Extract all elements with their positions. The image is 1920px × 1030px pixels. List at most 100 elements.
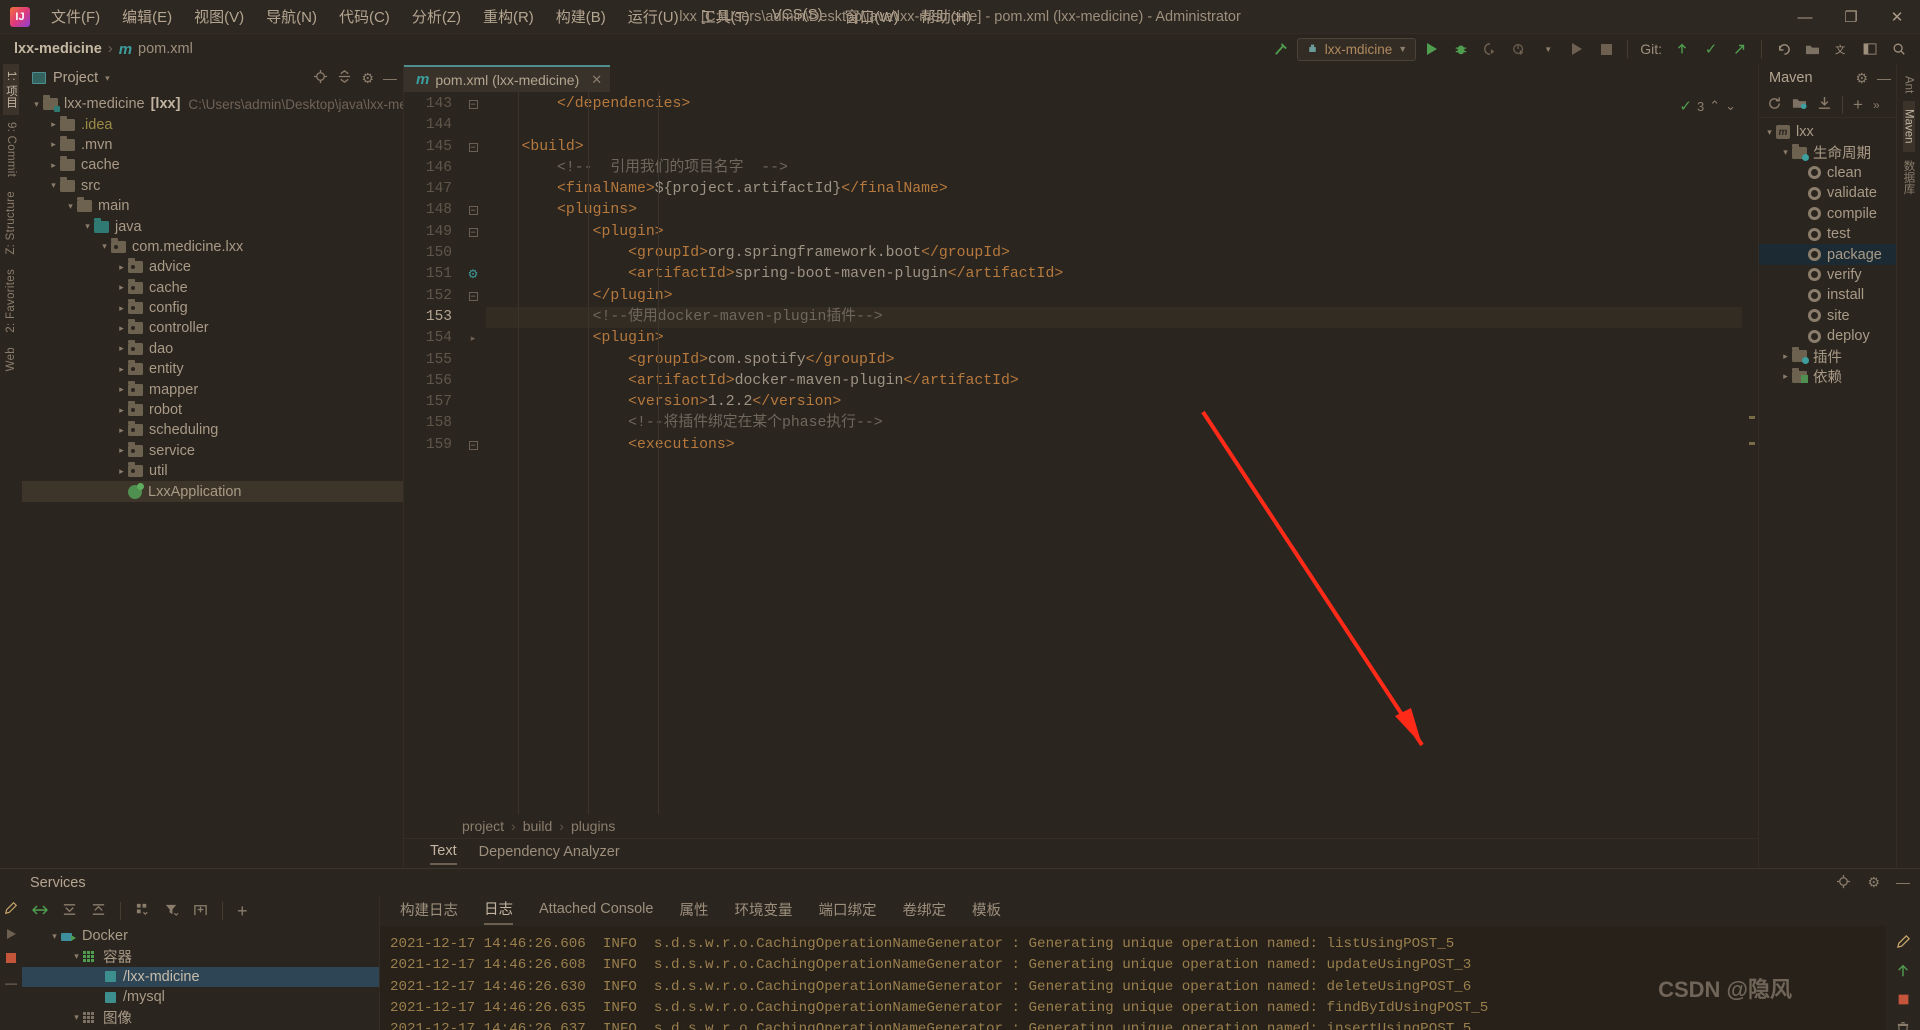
editor-breadcrumb-project[interactable]: project (462, 818, 504, 834)
inspection-widget[interactable]: ✓ 3 ⌃ ⌄ (1679, 97, 1736, 115)
chevron-right-icon[interactable] (115, 445, 128, 456)
left-rail-item-1[interactable]: 9: Commit (5, 115, 17, 184)
chevron-down-icon[interactable] (70, 951, 83, 962)
git-update-icon[interactable] (1669, 37, 1695, 61)
debug-icon[interactable] (1448, 37, 1474, 61)
code-line-144[interactable] (486, 115, 1742, 136)
tree-node-site[interactable]: site (1759, 306, 1896, 326)
line-number-152[interactable]: 152 (404, 286, 460, 307)
code-line-151[interactable]: <artifactId>spring-boot-maven-plugin</ar… (486, 264, 1742, 285)
code-line-152[interactable]: </plugin> (486, 286, 1742, 307)
locate-icon[interactable] (313, 69, 328, 87)
services-tab-Attached Console[interactable]: Attached Console (539, 901, 653, 921)
services-tab-卷绑定[interactable]: 卷绑定 (902, 899, 946, 924)
services-left-rail[interactable]: — (0, 896, 22, 1030)
tree-node-cache[interactable]: cache (22, 278, 403, 298)
fold-toggle-icon[interactable]: − (460, 137, 486, 158)
edit-icon[interactable] (4, 896, 18, 923)
code-line-143[interactable]: </dependencies> (486, 94, 1742, 115)
chevron-right-icon[interactable] (115, 303, 128, 314)
maven-panel-actions[interactable]: ⚙ — (1855, 70, 1891, 87)
git-push-icon[interactable] (1727, 37, 1753, 61)
hide-icon[interactable]: — (1896, 874, 1910, 892)
editor-breadcrumb[interactable]: project › build › plugins (404, 814, 1758, 838)
chevron-down-icon[interactable]: ▾ (105, 73, 110, 84)
chevron-down-icon[interactable] (1763, 127, 1776, 138)
download-sources-icon[interactable] (1817, 96, 1832, 114)
expand-all-icon[interactable] (62, 902, 77, 920)
tree-node-deploy[interactable]: deploy (1759, 326, 1896, 346)
line-number-154[interactable]: 154 (404, 328, 460, 349)
add-icon[interactable]: + (1853, 96, 1863, 113)
menu-item-3[interactable]: 导航(N) (255, 2, 328, 31)
code-line-157[interactable]: <version>1.2.2</version> (486, 392, 1742, 413)
tree-node-LxxApplication[interactable]: LxxApplication (22, 481, 403, 502)
tree-node-config[interactable]: config (22, 298, 403, 318)
line-number-146[interactable]: 146 (404, 158, 460, 179)
run-with-coverage-icon[interactable] (1477, 37, 1503, 61)
tree-node-lxx-mdicine[interactable]: /lxx-mdicine (22, 966, 379, 988)
settings-icon[interactable]: ⚙ (1855, 70, 1868, 87)
chevron-right-icon[interactable] (47, 160, 60, 171)
editor-breadcrumb-plugins[interactable]: plugins (571, 818, 615, 834)
menu-item-7[interactable]: 构建(B) (545, 2, 617, 31)
add-tab-icon[interactable] (193, 902, 208, 920)
chevron-right-icon[interactable] (115, 364, 128, 375)
tree-node-clean[interactable]: clean (1759, 163, 1896, 183)
chevron-right-icon[interactable] (115, 343, 128, 354)
tree-node-lxx-medicine[interactable]: lxx-medicine [lxx] C:\Users\admin\Desktop\… (22, 94, 403, 114)
chevron-down-icon[interactable] (47, 180, 60, 191)
group-icon[interactable] (135, 902, 150, 920)
run-icon[interactable] (1419, 37, 1445, 61)
tree-node-.mvn[interactable]: .mvn (22, 135, 403, 155)
chevron-down-icon[interactable] (70, 1012, 83, 1023)
services-tab-日志[interactable]: 日志 (484, 898, 513, 925)
chevron-right-icon[interactable] (115, 323, 128, 334)
tree-node-[interactable]: 插件 (1759, 346, 1896, 366)
chevron-down-icon[interactable]: ▼ (1535, 37, 1561, 61)
tree-node-main[interactable]: main (22, 196, 403, 216)
console-action-rail[interactable]: ↑ ↓ ⇊ ↩ » (1886, 926, 1920, 1030)
filter-icon[interactable] (164, 902, 179, 920)
fold-toggle-icon[interactable]: − (460, 200, 486, 221)
close-button[interactable]: ✕ (1874, 0, 1920, 34)
breadcrumb-project[interactable]: lxx-medicine (14, 41, 102, 57)
tree-node-robot[interactable]: robot (22, 400, 403, 420)
services-tab-构建日志[interactable]: 构建日志 (400, 899, 458, 924)
code-line-156[interactable]: <artifactId>docker-maven-plugin</artifac… (486, 371, 1742, 392)
chevron-right-icon[interactable] (1779, 351, 1792, 362)
line-number-155[interactable]: 155 (404, 350, 460, 371)
code-line-153[interactable]: <!--使用docker-maven-plugin插件--> (486, 306, 1742, 329)
left-tool-rail[interactable]: 1: 项目 9: Commit Z: Structure 2: Favorites We… (0, 64, 22, 868)
tree-node-src[interactable]: src (22, 176, 403, 196)
editor-gutter[interactable]: 143 144 145 146 147 148 149 150 151 152 153 154 155 1… (404, 92, 460, 814)
code-line-150[interactable]: <groupId>org.springframework.boot</group… (486, 243, 1742, 264)
tree-node-test[interactable]: test (1759, 224, 1896, 244)
left-rail-item-3[interactable]: 2: Favorites (5, 262, 17, 340)
code-editor[interactable]: 143 144 145 146 147 148 149 150 151 152 153 154 155 1… (404, 92, 1758, 814)
line-number-158[interactable]: 158 (404, 413, 460, 434)
window-controls[interactable]: — ❐ ✕ (1782, 0, 1920, 34)
settings-icon[interactable]: ⚙ (361, 70, 374, 87)
code-line-159[interactable]: <executions> (486, 435, 1742, 456)
tree-node-com.medicine.lxx[interactable]: com.medicine.lxx (22, 237, 403, 257)
maven-tree[interactable]: mlxx 生命周期clean validate compile test package v… (1759, 118, 1896, 868)
line-number-150[interactable]: 150 (404, 243, 460, 264)
connect-icon[interactable] (31, 902, 49, 921)
tree-node-install[interactable]: install (1759, 285, 1896, 305)
tree-node-mysql[interactable]: /mysql (22, 987, 379, 1007)
chevron-down-icon[interactable] (81, 221, 94, 232)
line-number-159[interactable]: 159 (404, 435, 460, 456)
tree-node-util[interactable]: util (22, 461, 403, 481)
chevron-down-icon[interactable] (1779, 147, 1792, 158)
menu-item-2[interactable]: 视图(V) (183, 2, 255, 31)
editor-code-area[interactable]: </dependencies> <build> <!-- 引用我们的项目名字 -… (486, 92, 1742, 814)
services-tab-环境变量[interactable]: 环境变量 (734, 899, 792, 924)
project-panel-actions[interactable]: ⚙ — (313, 69, 397, 87)
hide-icon[interactable]: — (383, 70, 397, 86)
tree-node-dao[interactable]: dao (22, 339, 403, 359)
tree-node-java[interactable]: java (22, 216, 403, 236)
undo-icon[interactable] (1770, 37, 1796, 61)
left-rail-item-0[interactable]: 1: 项目 (3, 64, 19, 116)
line-number-153[interactable]: 153 (404, 307, 460, 328)
